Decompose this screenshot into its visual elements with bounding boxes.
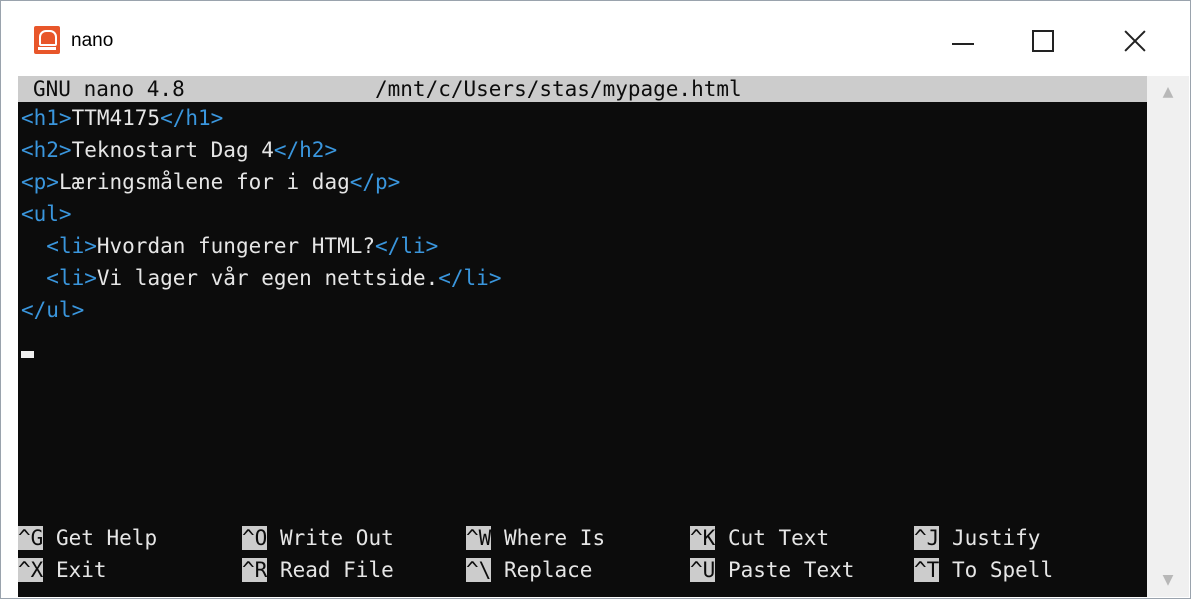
shortcut-label: Write Out bbox=[267, 526, 394, 550]
line-text: Teknostart Dag 4 bbox=[71, 138, 274, 162]
shortcut-key: ^U bbox=[690, 558, 716, 582]
shortcut-key: ^R bbox=[242, 558, 268, 582]
shortcut-label: Get Help bbox=[43, 526, 158, 550]
shortcut-label: To Spell bbox=[939, 558, 1054, 582]
shortcut-label: Cut Text bbox=[715, 526, 830, 550]
editor-line: </ul> bbox=[21, 294, 501, 326]
shortcut-item: ^X Exit bbox=[18, 554, 107, 586]
editor-line: <ul> bbox=[21, 198, 501, 230]
shortcut-item: ^T To Spell bbox=[914, 554, 1053, 586]
html-tag: </ul> bbox=[21, 298, 85, 322]
html-tag: <li> bbox=[46, 234, 97, 258]
editor-line: <h2>Teknostart Dag 4</h2> bbox=[21, 134, 501, 166]
text-cursor bbox=[21, 351, 34, 358]
shortcut-key: ^K bbox=[690, 526, 716, 550]
html-tag: </p> bbox=[349, 170, 401, 194]
ubuntu-terminal-icon bbox=[34, 26, 60, 54]
shortcut-item: ^R Read File bbox=[242, 554, 394, 586]
line-text bbox=[21, 234, 46, 258]
line-text bbox=[21, 266, 46, 290]
shortcut-key: ^O bbox=[242, 526, 268, 550]
shortcut-item: ^W Where Is bbox=[466, 522, 605, 554]
shortcut-key: ^\ bbox=[466, 558, 492, 582]
shortcut-item: ^G Get Help bbox=[18, 522, 157, 554]
editor-buffer[interactable]: <h1>TTM4175</h1> <h2>Teknostart Dag 4</h2… bbox=[21, 102, 501, 326]
html-tag: </h2> bbox=[273, 138, 338, 162]
shortcut-item: ^U Paste Text bbox=[690, 554, 854, 586]
html-tag: <h2> bbox=[21, 138, 72, 162]
shortcut-label: Read File bbox=[267, 558, 394, 582]
minimize-button[interactable] bbox=[927, 15, 999, 67]
window-title: nano bbox=[71, 30, 114, 51]
close-icon bbox=[1124, 30, 1146, 52]
maximize-button[interactable] bbox=[1007, 15, 1079, 67]
html-tag: <ul> bbox=[21, 202, 72, 226]
shortcut-label: Paste Text bbox=[715, 558, 855, 582]
line-text: TTM4175 bbox=[71, 106, 161, 130]
shortcut-item: ^K Cut Text bbox=[690, 522, 829, 554]
line-text: Hvordan fungerer HTML? bbox=[96, 234, 376, 258]
close-button[interactable] bbox=[1099, 15, 1171, 67]
html-tag: </li> bbox=[375, 234, 439, 258]
terminal-area[interactable]: GNU nano 4.8 /mnt/c/Users/stas/mypage.ht… bbox=[18, 76, 1147, 597]
scroll-up-icon[interactable]: ▲ bbox=[1160, 84, 1176, 100]
shortcut-key: ^J bbox=[914, 526, 940, 550]
editor-line: <p>Læringsmålene for i dag</p> bbox=[21, 166, 501, 198]
shortcut-key: ^W bbox=[466, 526, 492, 550]
line-text: Vi lager vår egen nettside. bbox=[96, 266, 439, 290]
html-tag: <p> bbox=[21, 170, 59, 194]
shortcut-key: ^T bbox=[914, 558, 940, 582]
shortcut-item: ^J Justify bbox=[914, 522, 1040, 554]
shortcut-bar: ^G Get Help ^O Write Out ^W Where Is ^K Cut… bbox=[18, 522, 1147, 592]
maximize-icon bbox=[1032, 30, 1054, 52]
editor-line: <h1>TTM4175</h1> bbox=[21, 102, 501, 134]
shortcut-label: Where Is bbox=[491, 526, 606, 550]
scroll-down-icon[interactable]: ▼ bbox=[1160, 572, 1176, 588]
title-bar[interactable]: nano bbox=[1, 1, 1190, 71]
shortcut-label: Exit bbox=[43, 558, 107, 582]
html-tag: <h1> bbox=[21, 106, 72, 130]
shortcut-label: Justify bbox=[939, 526, 1041, 550]
html-tag: </h1> bbox=[160, 106, 224, 130]
minimize-icon bbox=[952, 43, 974, 45]
shortcut-label: Replace bbox=[491, 558, 593, 582]
vertical-scrollbar[interactable]: ▲ ▼ bbox=[1147, 76, 1189, 597]
shortcut-key: ^X bbox=[18, 558, 44, 582]
html-tag: </li> bbox=[438, 266, 502, 290]
editor-line: <li>Vi lager vår egen nettside.</li> bbox=[21, 262, 501, 294]
shortcut-item: ^\ Replace bbox=[466, 554, 592, 586]
nano-header: GNU nano 4.8 /mnt/c/Users/stas/mypage.ht… bbox=[18, 76, 1147, 102]
shortcut-item: ^O Write Out bbox=[242, 522, 394, 554]
shortcut-key: ^G bbox=[18, 526, 44, 550]
file-path: /mnt/c/Users/stas/mypage.html bbox=[375, 77, 742, 101]
editor-line: <li>Hvordan fungerer HTML?</li> bbox=[21, 230, 501, 262]
nano-version: GNU nano 4.8 bbox=[33, 77, 185, 101]
line-text: Læringsmålene for i dag bbox=[58, 170, 350, 194]
html-tag: <li> bbox=[46, 266, 97, 290]
